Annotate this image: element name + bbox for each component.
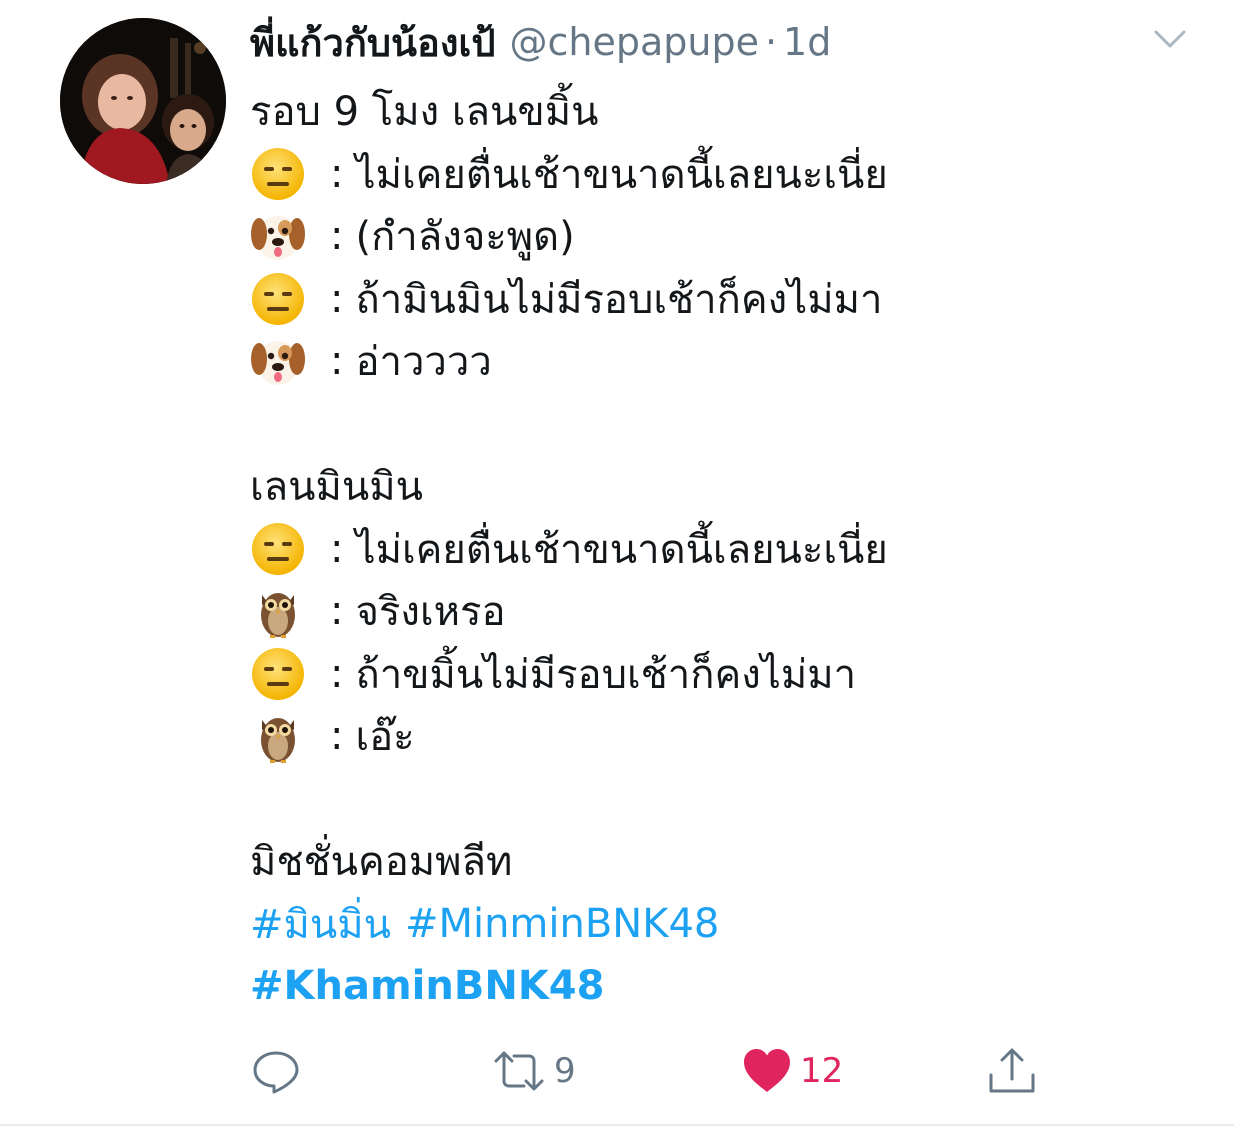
dialog-line: : ถ้าขมิ้นไม่มีรอบเช้าก็คงไม่มา <box>250 643 1210 706</box>
dialog-colon: : <box>330 650 344 697</box>
tweet-timestamp[interactable]: 1d <box>783 20 831 64</box>
retweet-button[interactable]: 9 <box>490 1040 576 1102</box>
dialog-colon: : <box>330 525 344 572</box>
expressionless-face-icon <box>250 646 312 702</box>
retweet-icon <box>494 1051 544 1091</box>
dialog-colon: : <box>330 213 344 260</box>
hashtag-link[interactable]: #MinminBNK48 <box>405 901 719 947</box>
dialog-line: : ไม่เคยตื่นเช้าขนาดนี้เลยนะเนี่ย <box>250 143 1210 206</box>
dialog-line: : (กำลังจะพูด) <box>250 205 1210 268</box>
dog-face-icon <box>250 208 312 264</box>
tweet-line: มิชชั่นคอมพลีท <box>250 830 1210 893</box>
tweet-actions: 9 12 <box>250 1040 1050 1102</box>
reply-icon <box>253 1051 299 1094</box>
tweet-body: รอบ 9 โมง เลนขมิ้น: ไม่เคยตื่นเช้าขนาดนี้… <box>250 80 1210 1018</box>
expressionless-face-icon <box>250 521 312 577</box>
owl-icon <box>250 583 312 639</box>
dialog-text: อ่าวววว <box>355 339 492 386</box>
divider <box>0 1124 1234 1126</box>
avatar[interactable] <box>60 18 226 184</box>
dialog-text: ไม่เคยตื่นเช้าขนาดนี้เลยนะเนี่ย <box>355 151 888 198</box>
dialog-colon: : <box>330 588 344 635</box>
owl-icon <box>250 708 312 764</box>
display-name[interactable]: พี่แก้วกับน้องเป้ <box>250 12 495 73</box>
dialog-text: ไม่เคยตื่นเช้าขนาดนี้เลยนะเนี่ย <box>355 526 888 573</box>
expressionless-face-icon <box>250 146 312 202</box>
dialog-line: : อ่าวววว <box>250 330 1210 393</box>
hashtag-link[interactable]: #KhaminBNK48 <box>250 963 604 1009</box>
hashtag-row: #มินมิ่น #MinminBNK48 <box>250 893 1210 956</box>
tweet-line: เลนมินมิน <box>250 455 1210 518</box>
tweet-line-text: มิชชั่นคอมพลีท <box>250 839 513 886</box>
like-button[interactable]: 12 <box>740 1040 843 1102</box>
tweet-header: พี่แก้วกับน้องเป้ @chepapupe · 1d <box>250 14 831 70</box>
reply-button[interactable] <box>250 1040 302 1102</box>
dog-face-icon <box>250 333 312 389</box>
dialog-text: จริงเหรอ <box>355 589 506 636</box>
dialog-text: ถ้าขมิ้นไม่มีรอบเช้าก็คงไม่มา <box>355 651 857 698</box>
hashtag-row: #KhaminBNK48 <box>250 955 1210 1018</box>
dialog-text: ถ้ามินมินไม่มีรอบเช้าก็คงไม่มา <box>355 276 883 323</box>
like-count: 12 <box>800 1051 844 1091</box>
dialog-line: : เอ๊ะ <box>250 705 1210 768</box>
tweet-line: รอบ 9 โมง เลนขมิ้น <box>250 80 1210 143</box>
expressionless-face-icon <box>250 271 312 327</box>
hashtag-link[interactable]: #มินมิ่น <box>250 892 391 956</box>
dialog-text: เอ๊ะ <box>355 714 415 761</box>
dialog-colon: : <box>330 338 344 385</box>
chevron-down-icon[interactable] <box>1150 24 1190 54</box>
dialog-line: : ถ้ามินมินไม่มีรอบเช้าก็คงไม่มา <box>250 268 1210 331</box>
share-icon <box>989 1048 1035 1093</box>
dialog-text: (กำลังจะพูด) <box>355 214 575 261</box>
dialog-colon: : <box>330 275 344 322</box>
header-separator: · <box>764 20 778 64</box>
retweet-count: 9 <box>554 1051 576 1091</box>
dialog-line: : ไม่เคยตื่นเช้าขนาดนี้เลยนะเนี่ย <box>250 518 1210 581</box>
dialog-colon: : <box>330 713 344 760</box>
user-handle[interactable]: @chepapupe <box>509 20 758 64</box>
tweet-text: รอบ 9 โมง เลนขมิ้น: ไม่เคยตื่นเช้าขนาดนี้… <box>250 80 1210 893</box>
tweet-line-text: เลนมินมิน <box>250 464 423 511</box>
dialog-line: : จริงเหรอ <box>250 580 1210 643</box>
share-button[interactable] <box>984 1040 1040 1102</box>
tweet-line-text: รอบ 9 โมง เลนขมิ้น <box>250 89 599 136</box>
avatar-photo <box>60 18 226 184</box>
dialog-colon: : <box>330 150 344 197</box>
heart-icon <box>744 1049 790 1092</box>
